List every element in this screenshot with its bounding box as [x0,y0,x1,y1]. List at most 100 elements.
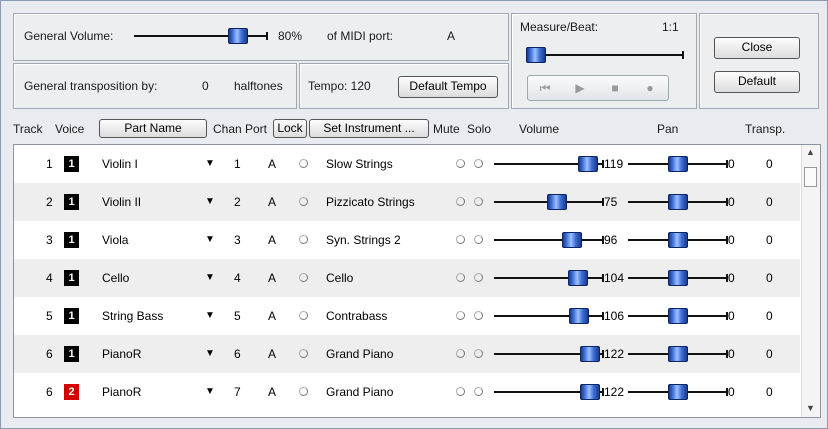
part-name-dropdown[interactable]: String Bass [102,309,202,323]
pan-slider[interactable] [628,194,728,210]
port-value: A [268,233,277,247]
voice-badge: 2 [64,384,79,400]
general-volume-slider[interactable] [134,28,268,44]
part-name-dropdown[interactable]: PianoR [102,347,202,361]
solo-radio[interactable] [474,197,483,206]
chevron-down-icon[interactable]: ▼ [202,194,218,210]
pan-slider[interactable] [628,270,728,286]
instrument-name[interactable]: Grand Piano [326,347,393,361]
mute-radio[interactable] [456,273,465,282]
set-instrument-button[interactable]: Set Instrument ... [309,119,429,138]
pan-slider[interactable] [628,308,728,324]
measure-slider[interactable] [526,47,684,63]
default-tempo-button[interactable]: Default Tempo [398,76,498,98]
scroll-up-arrow-icon[interactable]: ▲ [806,147,815,157]
pan-thumb[interactable] [668,270,688,286]
part-name-dropdown[interactable]: Violin I [102,157,202,171]
mute-radio[interactable] [456,311,465,320]
volume-slider[interactable] [494,156,604,172]
close-button[interactable]: Close [714,37,800,59]
pan-slider[interactable] [628,232,728,248]
mute-radio[interactable] [456,387,465,396]
solo-radio[interactable] [474,349,483,358]
volume-slider[interactable] [494,232,604,248]
pan-slider[interactable] [628,346,728,362]
transpose-value: 0 [766,271,773,285]
solo-radio[interactable] [474,235,483,244]
lock-radio[interactable] [299,273,308,282]
pan-thumb[interactable] [668,194,688,210]
lock-radio[interactable] [299,197,308,206]
general-volume-panel: General Volume: 80% of MIDI port: A [13,13,509,61]
volume-thumb[interactable] [580,346,600,362]
pan-thumb[interactable] [668,308,688,324]
pan-slider[interactable] [628,384,728,400]
solo-radio[interactable] [474,311,483,320]
pan-thumb[interactable] [668,346,688,362]
part-name-dropdown[interactable]: Cello [102,271,202,285]
chevron-down-icon[interactable]: ▼ [202,346,218,362]
measure-slider-thumb[interactable] [526,47,546,63]
pan-slider[interactable] [628,156,728,172]
scroll-thumb[interactable] [804,167,817,187]
volume-value: 122 [604,385,625,399]
mute-radio[interactable] [456,197,465,206]
volume-thumb[interactable] [569,308,589,324]
chevron-down-icon[interactable]: ▼ [202,308,218,324]
pan-thumb[interactable] [668,384,688,400]
vertical-scrollbar[interactable]: ▲ ▼ [801,145,820,417]
volume-slider[interactable] [494,270,604,286]
stop-icon[interactable]: ■ [598,76,632,100]
instrument-name[interactable]: Cello [326,271,353,285]
record-icon[interactable]: ● [633,76,667,100]
chevron-down-icon[interactable]: ▼ [202,156,218,172]
mute-radio[interactable] [456,349,465,358]
part-name-button[interactable]: Part Name [99,119,207,138]
volume-thumb[interactable] [547,194,567,210]
lock-radio[interactable] [299,349,308,358]
volume-thumb[interactable] [578,156,598,172]
solo-radio[interactable] [474,159,483,168]
general-volume-thumb[interactable] [228,28,248,44]
volume-thumb[interactable] [580,384,600,400]
volume-slider[interactable] [494,384,604,400]
scroll-down-arrow-icon[interactable]: ▼ [806,403,815,413]
header-chan: Chan [213,122,242,136]
mute-radio[interactable] [456,235,465,244]
volume-slider[interactable] [494,194,604,210]
lock-radio[interactable] [299,387,308,396]
instrument-name[interactable]: Contrabass [326,309,387,323]
volume-slider[interactable] [494,346,604,362]
part-name-dropdown[interactable]: Violin II [102,195,202,209]
lock-radio[interactable] [299,159,308,168]
instrument-name[interactable]: Syn. Strings 2 [326,233,401,247]
play-icon[interactable]: ▶ [563,76,597,100]
volume-thumb[interactable] [568,270,588,286]
pan-thumb[interactable] [668,156,688,172]
default-button[interactable]: Default [714,71,800,93]
part-name-dropdown[interactable]: PianoR [102,385,202,399]
volume-thumb[interactable] [562,232,582,248]
header-track: Track [13,122,43,136]
instrument-name[interactable]: Grand Piano [326,385,393,399]
channel-value: 4 [234,271,241,285]
mute-radio[interactable] [456,159,465,168]
voice-badge: 1 [64,156,79,172]
chevron-down-icon[interactable]: ▼ [202,232,218,248]
lock-radio[interactable] [299,311,308,320]
general-volume-value: 80% [278,29,303,43]
rewind-icon[interactable]: ⏮ [528,76,562,100]
general-volume-label: General Volume: [24,29,114,43]
pan-thumb[interactable] [668,232,688,248]
chevron-down-icon[interactable]: ▼ [202,384,218,400]
instrument-name[interactable]: Pizzicato Strings [326,195,415,209]
solo-radio[interactable] [474,387,483,396]
volume-value: 122 [604,347,625,361]
solo-radio[interactable] [474,273,483,282]
part-name-dropdown[interactable]: Viola [102,233,202,247]
lock-radio[interactable] [299,235,308,244]
instrument-name[interactable]: Slow Strings [326,157,393,171]
lock-button[interactable]: Lock [273,119,307,138]
chevron-down-icon[interactable]: ▼ [202,270,218,286]
volume-slider[interactable] [494,308,604,324]
